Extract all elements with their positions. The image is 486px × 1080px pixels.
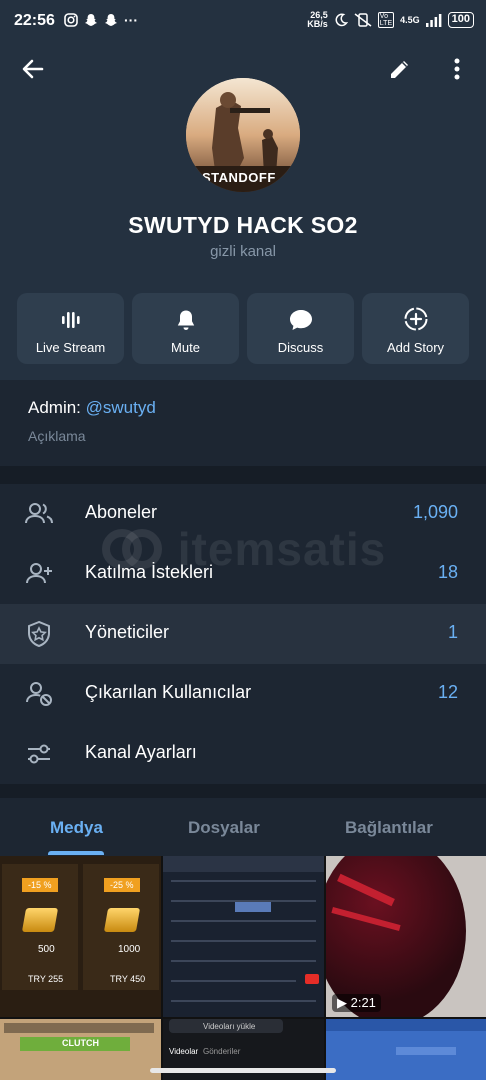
add-story-button[interactable]: Add Story [362,293,469,364]
live-stream-label: Live Stream [35,340,106,355]
watermark-glyph [102,528,162,569]
back-arrow-icon[interactable] [20,56,46,82]
removed-users-count: 12 [437,682,458,702]
section-divider [0,466,486,484]
vibrate-off-icon [354,13,372,27]
instagram-icon [64,13,78,27]
settings-sliders-icon [28,744,50,764]
notification-icons: ··· [64,12,138,28]
tile-caption: CLUTCH [62,1038,99,1048]
tab-links[interactable]: Bağlantılar [345,818,433,838]
gold-amount: 500 [38,944,55,955]
more-vertical-icon[interactable] [451,57,463,81]
description-label: Açıklama [28,428,86,444]
battery-indicator: 100 [447,12,474,28]
discuss-button[interactable]: Discuss [247,293,354,364]
gesture-nav-bar[interactable] [150,1068,336,1073]
admin-line: Admin: @swutyd [28,398,156,418]
administrators-label: Yöneticiler [85,622,170,642]
video-duration-badge: ▶ 2:21 [332,994,381,1012]
video-duration: 2:21 [350,995,376,1010]
discount-badge: -25 % [104,878,140,892]
list-item-channel-settings[interactable]: Kanal Ayarları [0,724,486,784]
tile-caption: Videoları yükle [203,1022,256,1031]
status-bar: 22:56 ··· 26,5 KB/s Vo LTE 4.5G 100 [0,0,486,44]
section-divider [0,784,486,798]
system-icons: 26,5 KB/s Vo LTE 4.5G 100 [304,11,474,29]
channel-info-section [0,380,486,466]
channel-avatar[interactable]: STANDOFF [186,78,300,192]
subscribers-count: 1,090 [412,502,458,522]
bell-icon [177,310,194,330]
gold-bar-icon [21,908,59,932]
media-tile-video[interactable]: ▶ 2:21 [326,856,486,1017]
volte-icon: Vo LTE [377,12,395,28]
tab-files[interactable]: Dosyalar [188,818,260,838]
price-label: TRY 450 [110,974,146,984]
tile-caption: Videolar [169,1047,199,1056]
gold-amount: 1000 [118,944,141,955]
media-tile[interactable] [326,1019,486,1080]
admin-prefix: Admin: [28,398,86,417]
edit-pencil-icon[interactable] [388,57,412,81]
network-speed: 26,5 KB/s [307,10,328,29]
snapchat-icon [85,14,97,26]
gold-bar-icon [103,908,141,932]
chat-bubble-icon [289,310,312,330]
channel-name: SWUTYD HACK SO2 [128,212,358,238]
list-item-removed-users[interactable]: Çıkarılan Kullanıcılar 12 [0,664,486,724]
watermark-logo: itemsatis [100,518,386,576]
moon-icon [335,13,348,27]
users-icon [25,503,53,524]
network-type: 4.5G [400,15,420,25]
admin-handle-link[interactable]: @swutyd [86,398,156,417]
youtube-icon [305,974,319,984]
signal-icon [425,13,442,27]
list-item-administrators[interactable]: Yöneticiler 1 [0,604,486,664]
add-story-label: Add Story [386,340,445,355]
mute-button[interactable]: Mute [132,293,239,364]
user-add-icon [26,563,52,584]
snapchat-icon [105,14,117,26]
media-tile[interactable]: -15 % -25 % 500 1000 TRY 255 TRY 450 [0,856,161,1017]
discuss-label: Discuss [277,340,324,355]
channel-type: gizli kanal [210,243,276,260]
more-notifications-icon: ··· [124,12,138,28]
watermark-text: itemsatis [177,522,387,575]
active-tab-indicator [48,851,104,855]
join-requests-count: 18 [437,562,458,582]
avatar-logo-text: STANDOFF [202,170,276,185]
media-tile[interactable]: CLUTCH [0,1019,161,1080]
live-stream-button[interactable]: Live Stream [17,293,124,364]
user-block-icon [26,682,52,706]
administrators-count: 1 [447,622,458,642]
price-label: TRY 255 [28,974,64,984]
media-grid: -15 % -25 % 500 1000 TRY 255 TRY 450 ▶ 2… [0,856,486,1080]
discount-badge: -15 % [22,878,58,892]
tab-media[interactable]: Medya [50,818,103,838]
mute-label: Mute [171,340,200,355]
clock: 22:56 [14,12,55,29]
add-story-icon [404,307,427,331]
removed-users-label: Çıkarılan Kullanıcılar [85,682,252,702]
channel-settings-label: Kanal Ayarları [85,742,197,762]
media-tile[interactable] [163,856,324,1017]
live-stream-icon [61,312,80,328]
shield-star-icon [28,620,50,648]
tile-caption: Gönderiler [203,1047,241,1056]
